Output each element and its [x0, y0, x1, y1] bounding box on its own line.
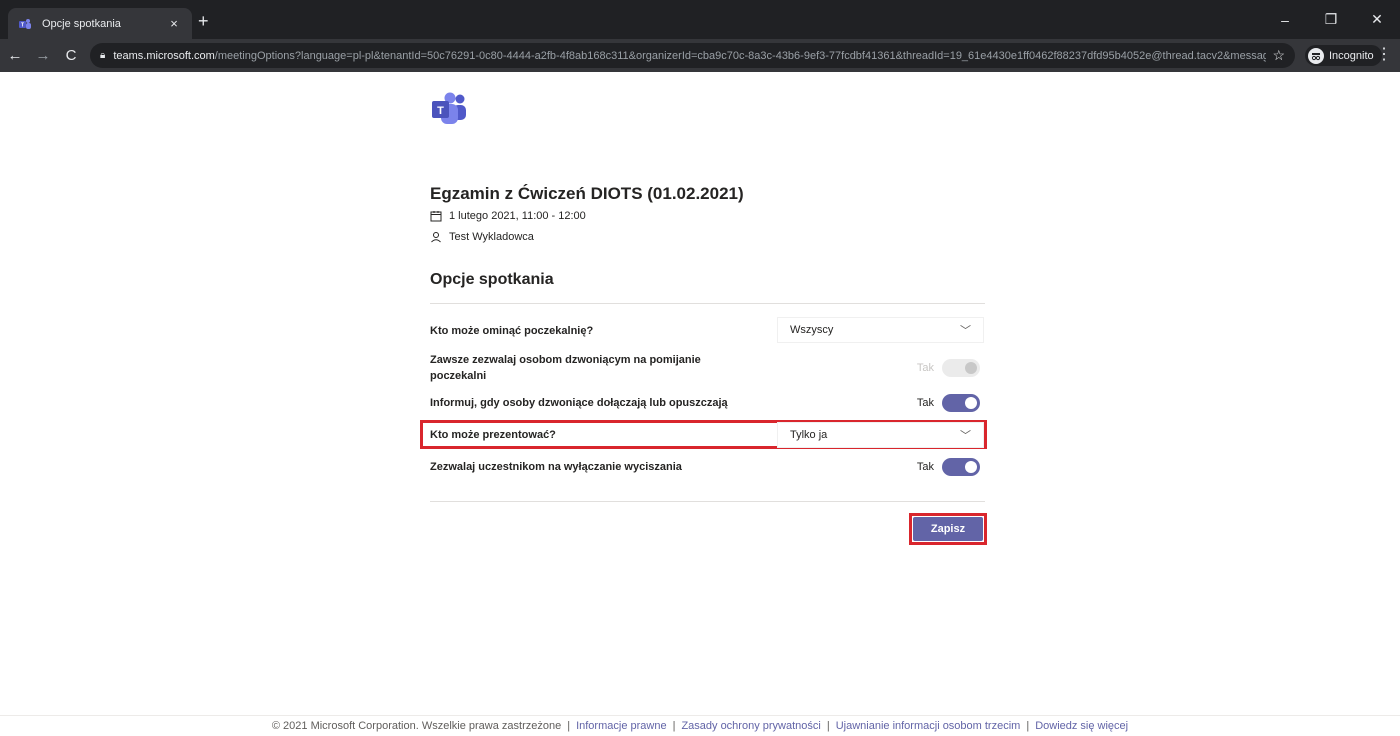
footer-link-third-party[interactable]: Ujawnianie informacji osobom trzecim — [836, 720, 1021, 732]
bypass-lobby-label: Kto może ominąć poczekalnię? — [430, 325, 594, 337]
footer-link-learn-more[interactable]: Dowiedz się więcej — [1035, 720, 1128, 732]
announce-toggle[interactable] — [942, 394, 980, 412]
announce-toggle-label: Tak — [916, 397, 934, 409]
section-title: Opcje spotkania — [430, 271, 554, 288]
bypass-lobby-dropdown[interactable]: Wszyscy ﹀ — [778, 318, 983, 342]
divider — [430, 501, 985, 502]
dialin-bypass-label: Zawsze zezwalaj osobom dzwoniącym na pom… — [430, 352, 701, 384]
tab-close-icon[interactable]: × — [166, 16, 182, 31]
presenters-label: Kto może prezentować? — [430, 429, 556, 441]
presenters-value: Tylko ja — [790, 429, 828, 441]
url-text: teams.microsoft.com/meetingOptions?langu… — [113, 49, 1267, 62]
tab-title: Opcje spotkania — [42, 17, 121, 30]
save-button[interactable]: Zapisz — [913, 517, 983, 541]
footer-separator: | — [826, 719, 830, 732]
incognito-icon — [1308, 47, 1324, 64]
svg-text:T: T — [437, 105, 444, 117]
browser-tab[interactable]: T Opcje spotkania × — [8, 8, 192, 39]
bookmark-star-icon[interactable]: ☆ — [1272, 47, 1285, 64]
browser-menu-icon[interactable]: ⋮ — [1376, 47, 1392, 63]
bypass-lobby-value: Wszyscy — [790, 324, 834, 336]
dialin-bypass-toggle[interactable] — [942, 359, 980, 377]
teams-logo-icon: T — [432, 92, 468, 126]
person-icon — [430, 231, 442, 243]
incognito-badge[interactable]: Incognito — [1305, 45, 1382, 66]
back-arrow-icon[interactable]: ← — [2, 43, 28, 69]
address-bar[interactable]: 🔒︎ teams.microsoft.com/meetingOptions?la… — [90, 43, 1295, 68]
unmute-label: Zezwalaj uczestnikom na wyłączanie wycis… — [430, 461, 682, 473]
browser-toolbar: ← → C 🔒︎ teams.microsoft.com/meetingOpti… — [0, 39, 1400, 72]
new-tab-button[interactable]: + — [198, 12, 209, 30]
chevron-down-icon: ﹀ — [960, 430, 971, 442]
meeting-organizer: Test Wykladowca — [449, 231, 534, 243]
lock-icon: 🔒︎ — [100, 50, 106, 61]
unmute-toggle-group: Tak — [917, 458, 980, 476]
browser-tab-bar: T Opcje spotkania × + – ❐ ✕ — [0, 0, 1400, 39]
dialin-bypass-toggle-label: Tak — [916, 362, 934, 374]
window-controls: – ❐ ✕ — [1262, 0, 1400, 39]
unmute-toggle-label: Tak — [916, 461, 934, 473]
close-window-icon[interactable]: ✕ — [1354, 0, 1400, 39]
meeting-title: Egzamin z Ćwiczeń DIOTS (01.02.2021) — [430, 184, 744, 203]
announce-label: Informuj, gdy osoby dzwoniące dołączają … — [430, 397, 728, 409]
footer-link-legal[interactable]: Informacje prawne — [576, 720, 667, 732]
dialin-bypass-toggle-group: Tak — [917, 359, 980, 377]
announce-toggle-group: Tak — [917, 394, 980, 412]
footer-separator: | — [1026, 719, 1030, 732]
teams-favicon-icon: T — [18, 17, 32, 31]
chevron-down-icon: ﹀ — [960, 325, 971, 337]
meeting-datetime: 1 lutego 2021, 11:00 - 12:00 — [449, 210, 586, 222]
forward-arrow-icon[interactable]: → — [30, 43, 56, 69]
footer: © 2021 Microsoft Corporation. Wszelkie p… — [0, 715, 1400, 736]
footer-copyright: © 2021 Microsoft Corporation. Wszelkie p… — [271, 719, 562, 732]
footer-separator: | — [672, 719, 676, 732]
meeting-organizer-row: Test Wykladowca — [430, 231, 534, 243]
meeting-options-page: T Egzamin z Ćwiczeń DIOTS (01.02.2021) 1… — [0, 72, 1400, 736]
meeting-datetime-row: 1 lutego 2021, 11:00 - 12:00 — [430, 210, 586, 222]
svg-text:T: T — [21, 22, 24, 28]
restore-icon[interactable]: ❐ — [1308, 0, 1354, 39]
calendar-icon — [430, 210, 442, 222]
presenters-dropdown[interactable]: Tylko ja ﹀ — [778, 423, 983, 447]
footer-link-privacy[interactable]: Zasady ochrony prywatności — [681, 720, 820, 732]
reload-icon[interactable]: C — [58, 43, 84, 69]
dialin-bypass-label-line2: poczekalni — [430, 370, 487, 382]
footer-separator: | — [567, 719, 571, 732]
minimize-icon[interactable]: – — [1262, 0, 1308, 39]
unmute-toggle[interactable] — [942, 458, 980, 476]
divider — [430, 303, 985, 304]
dialin-bypass-label-line1: Zawsze zezwalaj osobom dzwoniącym na pom… — [430, 354, 701, 366]
incognito-label: Incognito — [1329, 49, 1374, 62]
